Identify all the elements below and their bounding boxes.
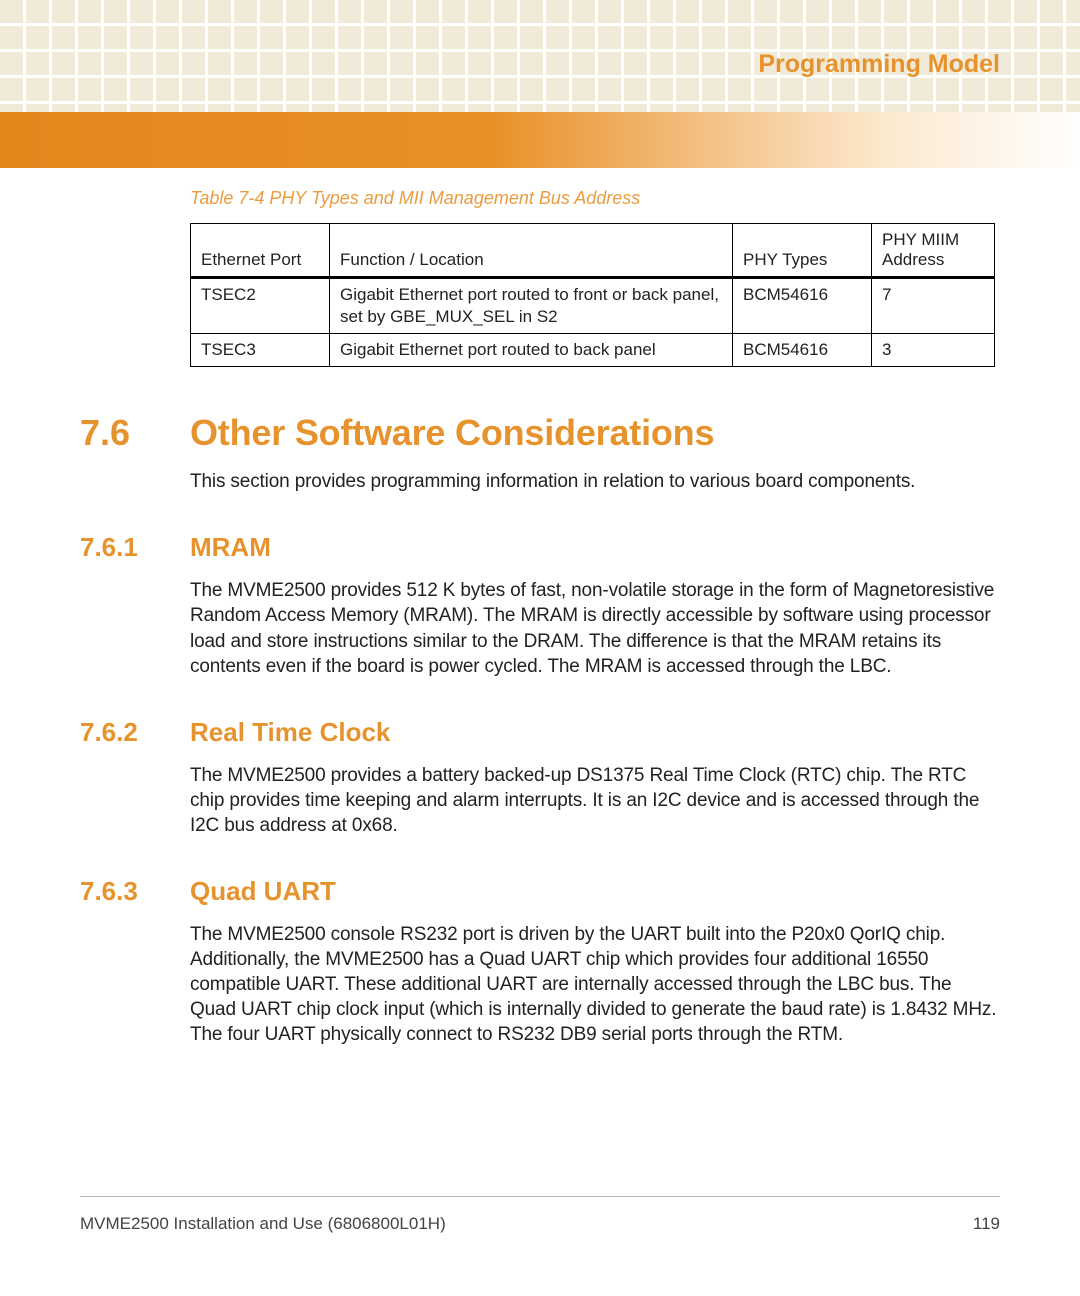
section-title: Other Software Considerations — [190, 412, 714, 454]
section-intro: This section provides programming inform… — [190, 469, 1000, 494]
subsection-title: Real Time Clock — [190, 717, 390, 748]
subsection-heading: 7.6.1 MRAM — [80, 532, 1000, 563]
cell-addr: 3 — [872, 334, 995, 367]
th-port: Ethernet Port — [191, 224, 330, 278]
table-row: TSEC2 Gigabit Ethernet port routed to fr… — [191, 278, 995, 334]
section-number: 7.6 — [80, 412, 190, 454]
th-function: Function / Location — [330, 224, 733, 278]
table-header-row: Ethernet Port Function / Location PHY Ty… — [191, 224, 995, 278]
page-content: Table 7-4 PHY Types and MII Management B… — [80, 188, 1000, 1047]
footer-page-number: 119 — [973, 1214, 1000, 1234]
cell-func: Gigabit Ethernet port routed to front or… — [330, 278, 733, 334]
th-types: PHY Types — [733, 224, 872, 278]
subsection-body: The MVME2500 provides a battery backed-u… — [190, 763, 1000, 838]
subsection-number: 7.6.3 — [80, 876, 190, 907]
chapter-title: Programming Model — [758, 50, 1000, 79]
subsection-number: 7.6.2 — [80, 717, 190, 748]
page-footer: MVME2500 Installation and Use (6806800L0… — [80, 1214, 1000, 1234]
table-caption: Table 7-4 PHY Types and MII Management B… — [190, 188, 1000, 209]
phy-table: Ethernet Port Function / Location PHY Ty… — [190, 223, 995, 367]
cell-func: Gigabit Ethernet port routed to back pan… — [330, 334, 733, 367]
cell-port: TSEC2 — [191, 278, 330, 334]
subsection-body: The MVME2500 console RS232 port is drive… — [190, 922, 1000, 1047]
subsection-number: 7.6.1 — [80, 532, 190, 563]
th-address: PHY MIIM Address — [872, 224, 995, 278]
footer-rule — [80, 1196, 1000, 1197]
cell-addr: 7 — [872, 278, 995, 334]
cell-type: BCM54616 — [733, 278, 872, 334]
header-band — [0, 112, 1080, 168]
subsection-title: Quad UART — [190, 876, 336, 907]
subsection-body: The MVME2500 provides 512 K bytes of fas… — [190, 578, 1000, 678]
subsection-title: MRAM — [190, 532, 271, 563]
cell-type: BCM54616 — [733, 334, 872, 367]
cell-port: TSEC3 — [191, 334, 330, 367]
subsection-heading: 7.6.3 Quad UART — [80, 876, 1000, 907]
footer-doc-title: MVME2500 Installation and Use (6806800L0… — [80, 1214, 446, 1234]
section-heading: 7.6 Other Software Considerations — [80, 412, 1000, 454]
subsection-heading: 7.6.2 Real Time Clock — [80, 717, 1000, 748]
table-row: TSEC3 Gigabit Ethernet port routed to ba… — [191, 334, 995, 367]
